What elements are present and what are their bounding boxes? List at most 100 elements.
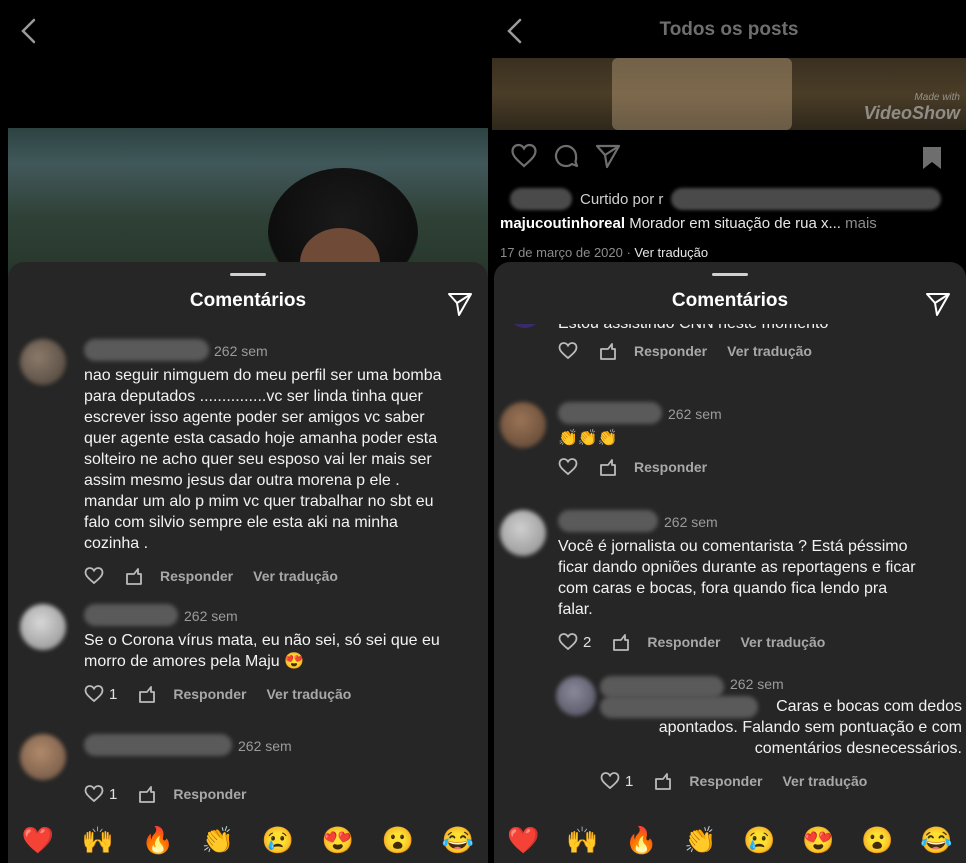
caption-more[interactable]: mais	[841, 215, 877, 232]
emoji-heart[interactable]: ❤️	[22, 825, 54, 856]
username-blurred[interactable]	[84, 339, 209, 361]
comment-text: Estou assistindo CNN neste momento	[558, 324, 828, 333]
translate-button[interactable]: Ver tradução	[727, 343, 812, 359]
like-count: 1	[109, 685, 118, 703]
comment-item: Estou assistindo CNN neste momento Respo…	[508, 324, 956, 372]
post-date-row: 17 de março de 2020 · Ver tradução	[500, 245, 708, 260]
comment-text: 👏👏👏	[558, 430, 618, 447]
watermark: Made with VideoShow	[864, 92, 960, 124]
emoji-laughing[interactable]: 😂	[920, 825, 952, 856]
reply-button[interactable]: Responder	[689, 773, 762, 789]
avatar[interactable]	[20, 734, 66, 780]
reply-button[interactable]: Responder	[634, 459, 707, 475]
heart-icon[interactable]	[84, 784, 104, 804]
reply-button[interactable]: Responder	[634, 343, 707, 359]
comment-text: Você é jornalista ou comentarista ? Está…	[558, 538, 916, 618]
bookmark-icon[interactable]	[918, 144, 946, 172]
sheet-grabber[interactable]	[712, 273, 748, 276]
comment-time: 262 sem	[214, 343, 268, 359]
post-translate[interactable]: Ver tradução	[634, 245, 708, 260]
avatar[interactable]	[508, 324, 542, 328]
comment-actions: Responder Ver tradução	[84, 566, 478, 586]
like-count: 2	[583, 633, 592, 651]
post-video[interactable]: Made with VideoShow	[492, 58, 966, 130]
translate-button[interactable]: Ver tradução	[740, 634, 825, 650]
emoji-fire[interactable]: 🔥	[625, 825, 657, 856]
comment-time: 262 sem	[184, 608, 238, 624]
emoji-raising-hands[interactable]: 🙌	[566, 825, 598, 856]
send-icon[interactable]	[924, 290, 952, 318]
emoji-laughing[interactable]: 😂	[442, 825, 474, 856]
username-blurred[interactable]	[84, 734, 232, 756]
reply-icon[interactable]	[137, 784, 157, 804]
heart-icon[interactable]	[600, 771, 620, 791]
emoji-crying[interactable]: 😢	[262, 825, 294, 856]
emoji-fire[interactable]: 🔥	[142, 825, 174, 856]
emoji-reaction-bar: ❤️ 🙌 🔥 👏 😢 😍 😮 😂	[494, 817, 966, 863]
comment-text: Se o Corona vírus mata, eu não sei, só s…	[84, 632, 440, 670]
heart-icon[interactable]	[558, 341, 578, 361]
emoji-heart[interactable]: ❤️	[507, 825, 539, 856]
post-caption[interactable]: majucoutinhoreal Morador em situação de …	[500, 215, 877, 232]
comments-sheet: Comentários 262 sem nao seguir nimguem d…	[8, 262, 488, 863]
share-icon[interactable]	[594, 142, 622, 170]
heart-icon[interactable]	[558, 457, 578, 477]
comment-time: 262 sem	[730, 676, 784, 692]
emoji-clapping[interactable]: 👏	[202, 825, 234, 856]
emoji-surprised[interactable]: 😮	[382, 825, 414, 856]
emoji-raising-hands[interactable]: 🙌	[82, 825, 114, 856]
reply-icon[interactable]	[124, 566, 144, 586]
reply-button[interactable]: Responder	[160, 568, 233, 584]
translate-button[interactable]: Ver tradução	[266, 686, 351, 702]
reply-icon[interactable]	[598, 341, 618, 361]
right-screen: Todos os posts Made with VideoShow Curti…	[492, 0, 966, 863]
mention-blurred[interactable]	[600, 696, 758, 718]
translate-button[interactable]: Ver tradução	[253, 568, 338, 584]
comment-actions: 2 Responder Ver tradução	[558, 632, 956, 652]
reply-icon[interactable]	[653, 771, 673, 791]
emoji-heart-eyes[interactable]: 😍	[802, 825, 834, 856]
liker-names-blurred	[671, 188, 942, 210]
avatar[interactable]	[556, 676, 596, 716]
reply-button[interactable]: Responder	[647, 634, 720, 650]
emoji-heart-eyes[interactable]: 😍	[322, 825, 354, 856]
username-blurred[interactable]	[84, 604, 178, 626]
heart-icon[interactable]	[510, 142, 538, 170]
back-chevron-icon[interactable]	[16, 16, 42, 46]
post-date: 17 de março de 2020 ·	[500, 245, 635, 260]
comment-actions: 1 Responder	[84, 784, 478, 804]
avatar[interactable]	[20, 604, 66, 650]
liker-avatar-blurred	[510, 188, 572, 210]
emoji-crying[interactable]: 😢	[743, 825, 775, 856]
username-blurred[interactable]	[600, 676, 724, 698]
comment-icon[interactable]	[552, 142, 580, 170]
emoji-clapping[interactable]: 👏	[684, 825, 716, 856]
avatar[interactable]	[500, 402, 546, 448]
liked-by-row[interactable]: Curtido por r	[510, 188, 942, 210]
reply-button[interactable]: Responder	[173, 686, 246, 702]
comment-text: nao seguir nimguem do meu perfil ser uma…	[84, 367, 442, 552]
emoji-surprised[interactable]: 😮	[861, 825, 893, 856]
heart-icon[interactable]	[558, 632, 578, 652]
avatar[interactable]	[20, 339, 66, 385]
sheet-grabber[interactable]	[230, 273, 266, 276]
reply-button[interactable]: Responder	[173, 786, 246, 802]
username-blurred[interactable]	[558, 402, 662, 424]
reply-icon[interactable]	[611, 632, 631, 652]
comment-actions: Responder Ver tradução	[558, 341, 812, 361]
send-icon[interactable]	[446, 290, 474, 318]
translate-button[interactable]: Ver tradução	[782, 773, 867, 789]
reply-icon[interactable]	[598, 457, 618, 477]
comment-actions: 1 Responder Ver tradução	[600, 771, 962, 791]
heart-icon[interactable]	[84, 566, 104, 586]
caption-username[interactable]: majucoutinhoreal	[500, 215, 625, 232]
username-blurred[interactable]	[558, 510, 658, 532]
heart-icon[interactable]	[84, 684, 104, 704]
top-bar: Todos os posts	[492, 0, 966, 60]
sheet-title: Comentários	[671, 290, 789, 311]
reply-icon[interactable]	[137, 684, 157, 704]
top-bar	[0, 0, 488, 60]
avatar[interactable]	[500, 510, 546, 556]
back-chevron-icon[interactable]	[502, 16, 528, 46]
left-screen: Comentários 262 sem nao seguir nimguem d…	[0, 0, 488, 863]
